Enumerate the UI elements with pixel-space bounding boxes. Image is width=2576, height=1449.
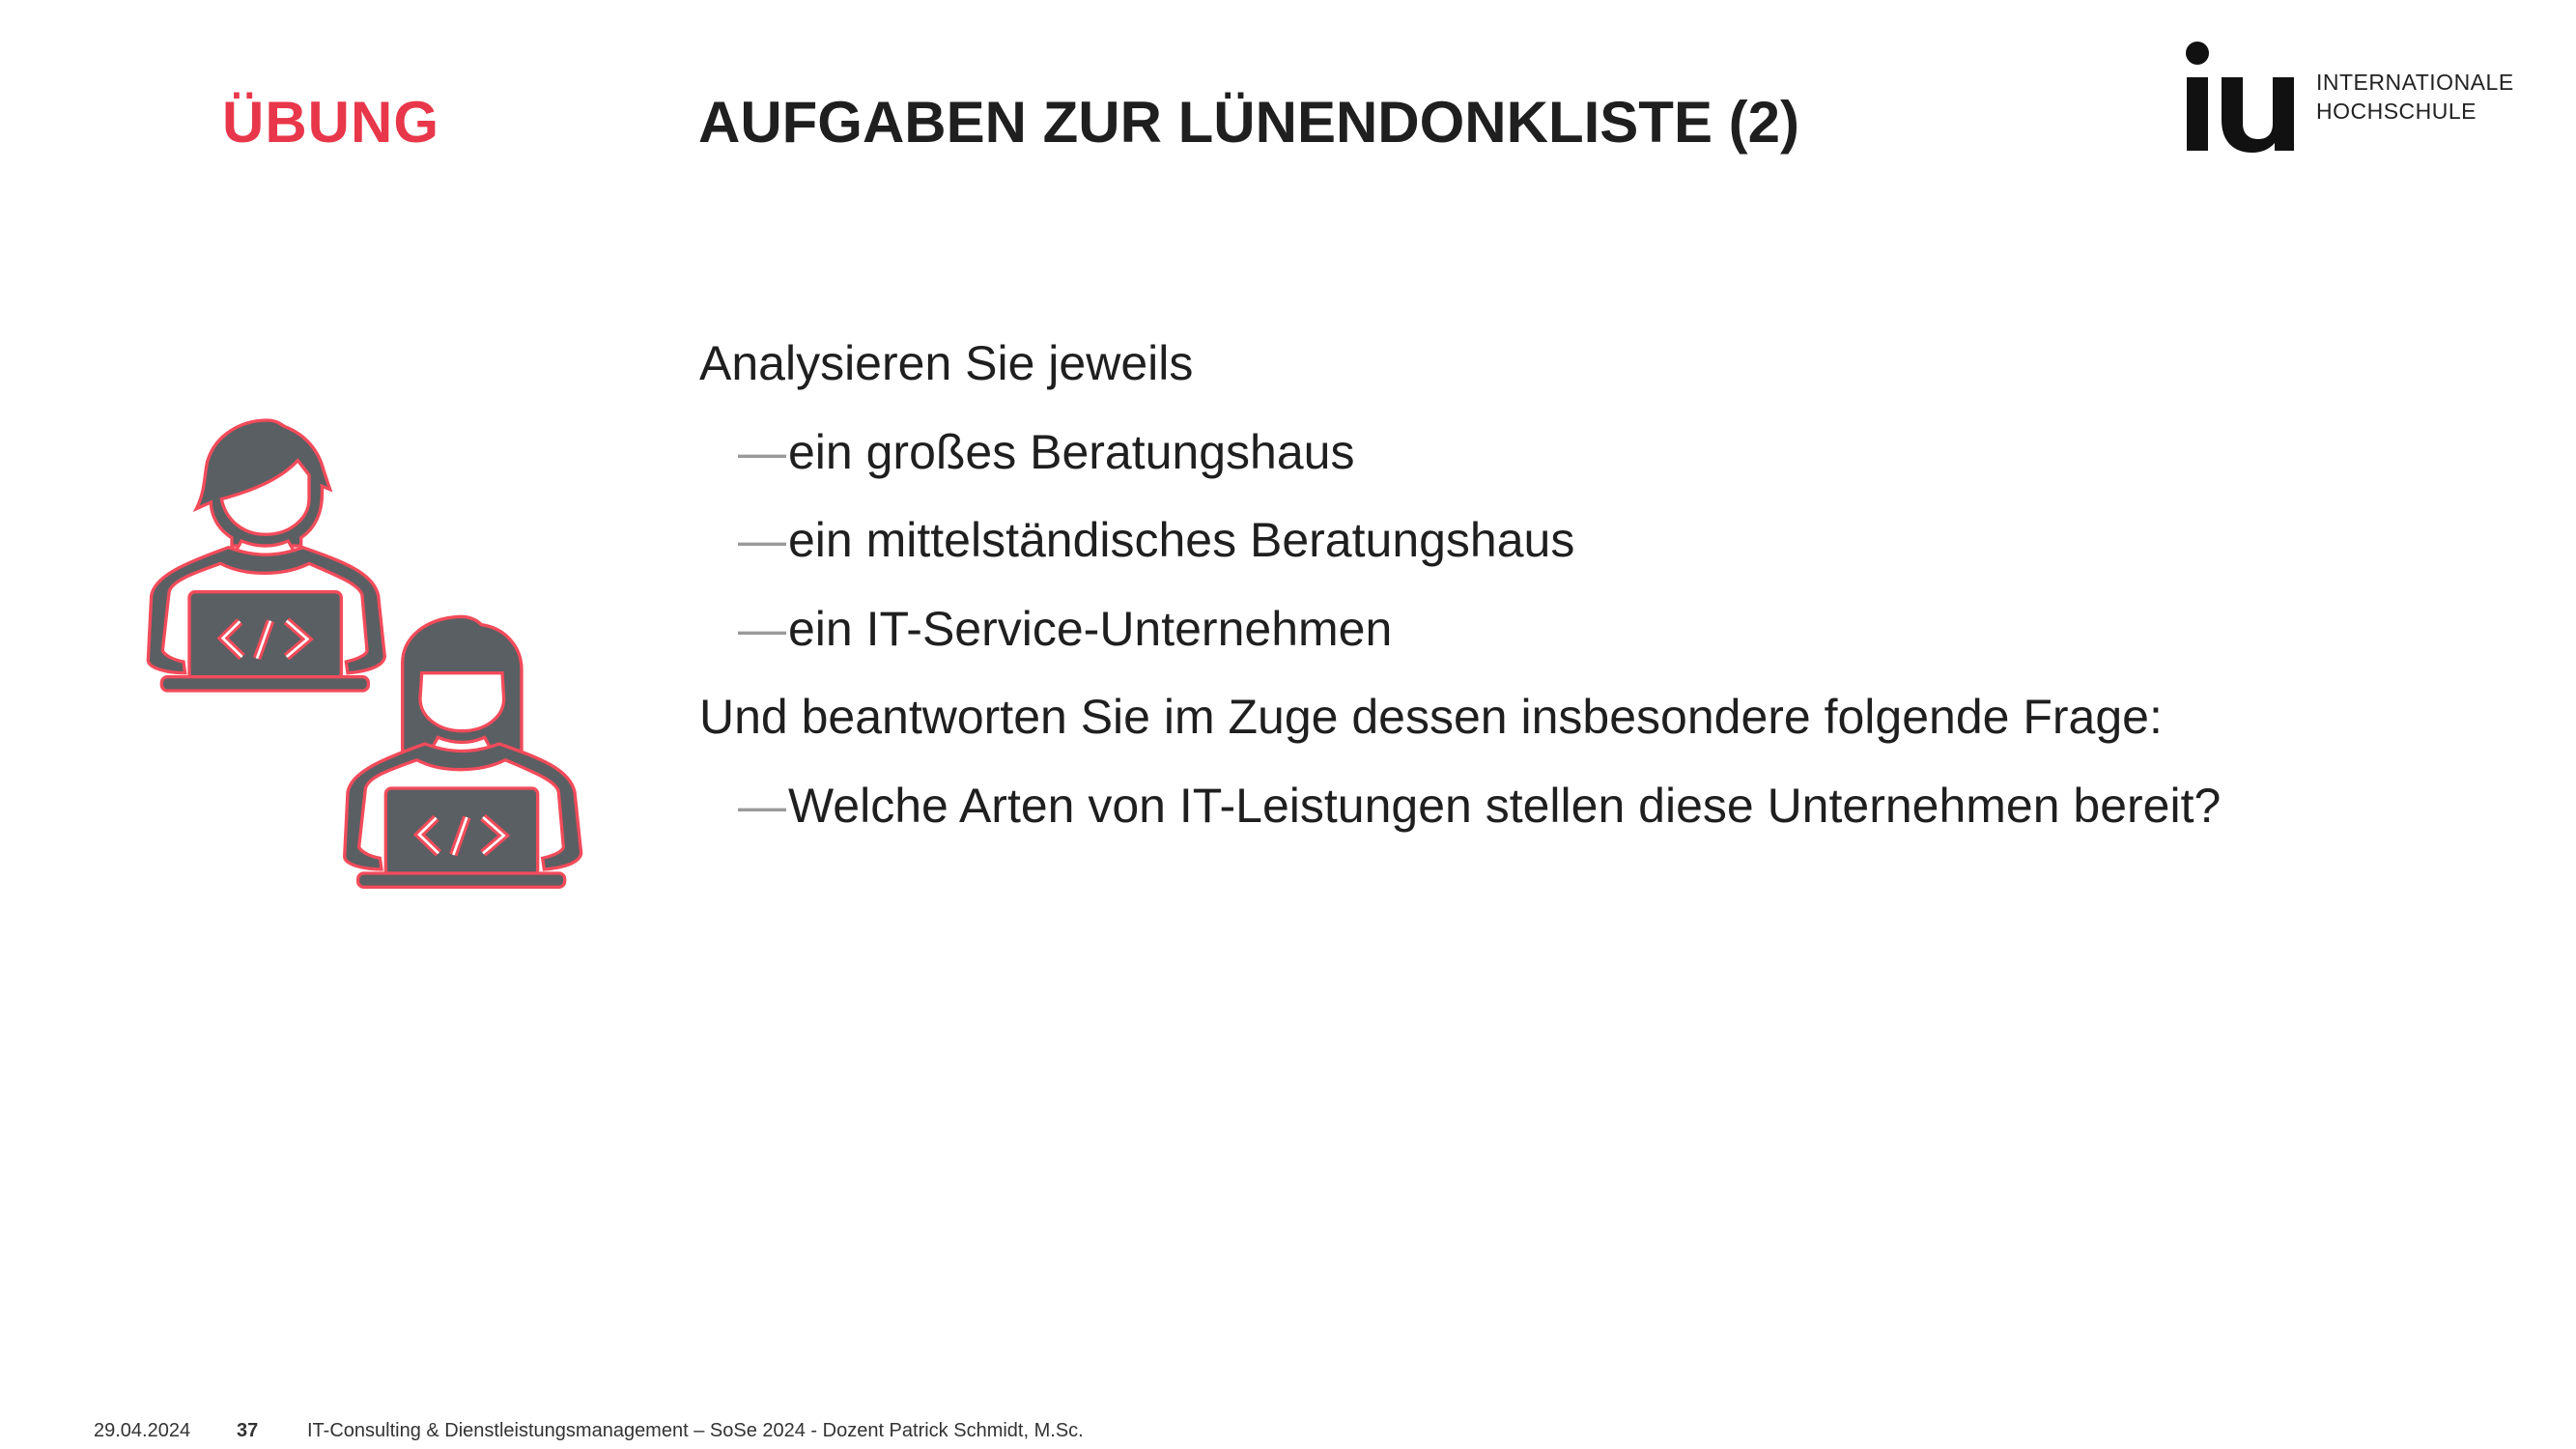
developers-with-laptops-icon bbox=[135, 418, 599, 966]
footer-date: 29.04.2024 bbox=[94, 1420, 191, 1441]
list-item: —Welche Arten von IT-Leistungen stellen … bbox=[699, 771, 2221, 860]
footer-course: IT-Consulting & Dienstleistungsmanagemen… bbox=[307, 1420, 1084, 1441]
iu-logo bbox=[2186, 42, 2294, 153]
list-item-text: ein großes Beratungshaus bbox=[788, 424, 1355, 479]
list-item-text: Analysieren Sie jeweils bbox=[699, 336, 1194, 390]
list-item-text: Welche Arten von IT-Leistungen stellen d… bbox=[788, 778, 2222, 833]
task-list: Analysieren Sie jeweils —ein großes Bera… bbox=[699, 328, 2221, 859]
dash-bullet: — bbox=[738, 601, 786, 656]
footer-page-number: 37 bbox=[237, 1420, 259, 1441]
page-title: AUFGABEN ZUR LÜNENDONKLISTE (2) bbox=[698, 90, 1799, 155]
list-item: Analysieren Sie jeweils bbox=[699, 328, 2221, 417]
dash-bullet: — bbox=[738, 424, 786, 479]
list-item-text: ein IT-Service-Unternehmen bbox=[788, 601, 1393, 656]
dash-bullet: — bbox=[738, 778, 786, 833]
list-item: —ein mittelständisches Beratungshaus bbox=[699, 505, 2221, 594]
dash-bullet: — bbox=[738, 513, 786, 567]
list-item: —ein IT-Service-Unternehmen bbox=[699, 594, 2221, 683]
section-kicker: ÜBUNG bbox=[222, 90, 439, 155]
logo-line-1: INTERNATIONALE bbox=[2316, 70, 2514, 95]
list-item: Und beantworten Sie im Zuge dessen insbe… bbox=[699, 682, 2221, 771]
list-item-text: ein mittelständisches Beratungshaus bbox=[788, 513, 1575, 567]
logo-text: INTERNATIONALE HOCHSCHULE bbox=[2316, 68, 2514, 126]
logo-line-2: HOCHSCHULE bbox=[2316, 99, 2477, 124]
list-item-text: Und beantworten Sie im Zuge dessen insbe… bbox=[699, 690, 2163, 744]
list-item: —ein großes Beratungshaus bbox=[699, 417, 2221, 506]
